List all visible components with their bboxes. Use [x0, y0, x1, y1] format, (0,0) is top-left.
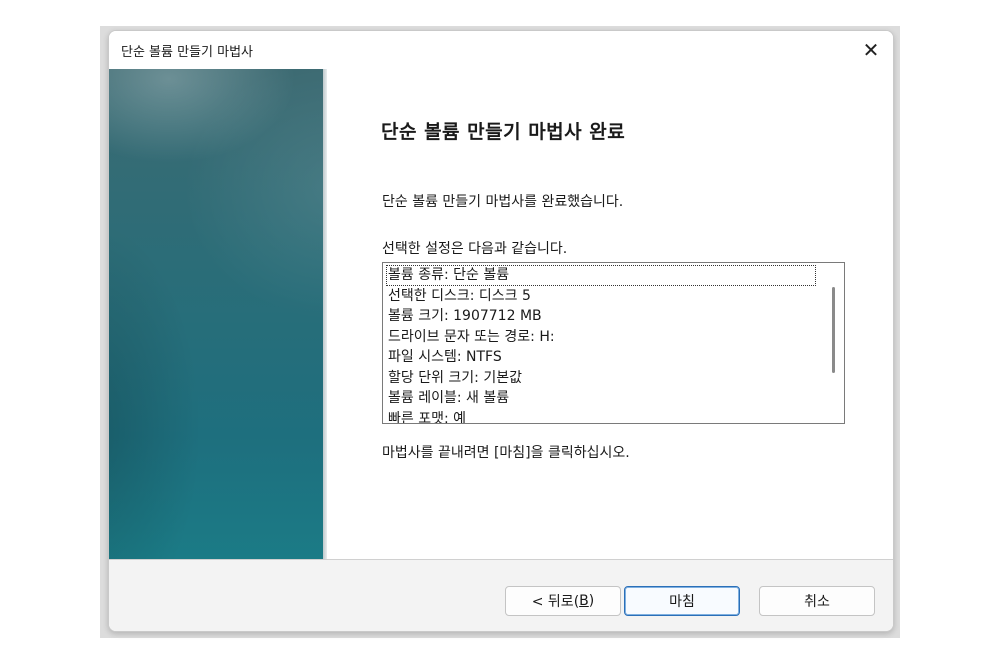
close-icon[interactable]: ✕: [855, 35, 887, 65]
list-item[interactable]: 볼륨 레이블: 새 볼륨: [386, 388, 816, 409]
list-item[interactable]: 볼륨 종류: 단순 볼륨: [386, 265, 816, 286]
button-bar: < 뒤로(B) 마침 취소: [109, 560, 893, 631]
finish-button[interactable]: 마침: [624, 586, 740, 616]
settings-list: 볼륨 종류: 단순 볼륨 선택한 디스크: 디스크 5 볼륨 크기: 19077…: [386, 265, 816, 424]
wizard-banner-image: [109, 69, 323, 559]
wizard-content: 단순 볼륨 만들기 마법사 완료 단순 볼륨 만들기 마법사를 완료했습니다. …: [327, 69, 893, 559]
title-bar: 단순 볼륨 만들기 마법사 ✕: [109, 31, 893, 69]
completed-message: 단순 볼륨 만들기 마법사를 완료했습니다.: [382, 194, 624, 210]
wizard-dialog: 단순 볼륨 만들기 마법사 ✕ 단순 볼륨 만들기 마법사 완료 단순 볼륨 만…: [108, 30, 894, 632]
scrollbar-thumb[interactable]: [832, 287, 835, 373]
vertical-scrollbar[interactable]: [824, 263, 844, 423]
back-button-label-suffix: ): [588, 593, 595, 609]
list-item[interactable]: 드라이브 문자 또는 경로: H:: [386, 327, 816, 348]
list-item[interactable]: 파일 시스템: NTFS: [386, 347, 816, 368]
cancel-button[interactable]: 취소: [759, 586, 875, 616]
back-button-label-prefix: < 뒤로(: [531, 594, 580, 610]
finish-instruction: 마법사를 끝내려면 [마침]을 클릭하십시오.: [382, 445, 630, 461]
list-item[interactable]: 빠른 포맷: 예: [386, 409, 816, 424]
settings-intro-label: 선택한 설정은 다음과 같습니다.: [382, 241, 568, 257]
list-item[interactable]: 할당 단위 크기: 기본값: [386, 368, 816, 389]
window-title: 단순 볼륨 만들기 마법사: [121, 45, 253, 60]
settings-listbox[interactable]: 볼륨 종류: 단순 볼륨 선택한 디스크: 디스크 5 볼륨 크기: 19077…: [382, 262, 845, 424]
back-button-accesskey: B: [579, 593, 589, 609]
list-item[interactable]: 선택한 디스크: 디스크 5: [386, 286, 816, 307]
back-button[interactable]: < 뒤로(B): [505, 586, 621, 616]
page-title: 단순 볼륨 만들기 마법사 완료: [381, 121, 626, 143]
list-item[interactable]: 볼륨 크기: 1907712 MB: [386, 306, 816, 327]
